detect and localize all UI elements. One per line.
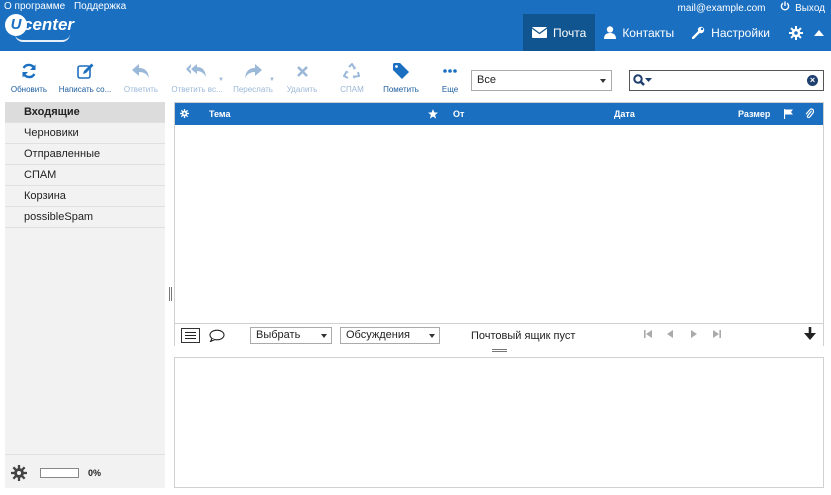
edit-icon: [76, 63, 93, 79]
reply-button[interactable]: Ответить: [122, 61, 160, 94]
column-size[interactable]: Размер: [738, 103, 770, 125]
folder-sent[interactable]: Отправленные: [5, 144, 165, 165]
more-button[interactable]: Еще: [438, 61, 462, 94]
gear-icon: [789, 25, 803, 40]
header-gear-menu[interactable]: [779, 14, 831, 51]
user-icon: [604, 26, 617, 39]
top-links: О программе Поддержка: [4, 1, 132, 12]
forward-label: Переслать: [233, 85, 273, 94]
reply-all-button[interactable]: ▼ Ответить вс...: [168, 61, 226, 94]
spam-label: СПАМ: [340, 85, 364, 94]
mailbox-status: Почтовый ящик пуст: [471, 330, 576, 342]
logo-text: center: [23, 15, 75, 34]
folder-trash[interactable]: Корзина: [5, 186, 165, 207]
search-box[interactable]: ×: [629, 70, 824, 91]
reply-icon: [132, 63, 149, 78]
main-nav: Почта Контакты Настройки: [522, 14, 831, 51]
search-icon[interactable]: [633, 74, 653, 90]
recycle-icon: [343, 62, 361, 79]
support-link[interactable]: Поддержка: [74, 1, 126, 12]
folder-sidebar: Входящие Черновики Отправленные СПАМ Кор…: [5, 102, 165, 488]
search-input[interactable]: [656, 73, 806, 88]
user-area: mail@example.com Выход: [678, 1, 825, 14]
arrow-down-icon[interactable]: [804, 327, 816, 343]
first-page-icon[interactable]: [644, 330, 652, 340]
about-link[interactable]: О программе: [4, 1, 65, 12]
filter-value: Все: [477, 74, 496, 86]
sidebar-footer: 0%: [5, 454, 165, 488]
spam-button[interactable]: СПАМ: [335, 61, 369, 94]
refresh-button[interactable]: Обновить: [8, 61, 50, 94]
folder-inbox[interactable]: Входящие: [5, 102, 165, 123]
more-label: Еще: [441, 85, 459, 94]
column-settings-icon[interactable]: [180, 103, 189, 126]
chevron-down-icon: [321, 334, 327, 338]
attachment-icon[interactable]: [805, 103, 815, 127]
forward-button[interactable]: ▼ Переслать: [230, 61, 276, 94]
list-footer: Выбрать Обсуждения Почтовый ящик пуст: [175, 323, 823, 346]
close-icon: [296, 65, 308, 77]
sidebar-resize-handle[interactable]: [169, 287, 172, 301]
mark-button[interactable]: Пометить: [379, 61, 423, 94]
nav-settings[interactable]: Настройки: [683, 14, 779, 51]
preview-resize-handle[interactable]: [492, 349, 507, 352]
next-page-icon[interactable]: [691, 330, 697, 340]
wrench-icon: [692, 26, 705, 39]
refresh-icon: [22, 63, 36, 79]
nav-mail[interactable]: Почта: [522, 14, 596, 51]
flag-icon[interactable]: [783, 103, 793, 127]
reply-all-label: Ответить вс...: [171, 85, 223, 94]
filter-select[interactable]: Все: [471, 70, 612, 91]
delete-button[interactable]: Удалить: [283, 61, 321, 94]
power-icon[interactable]: [780, 1, 790, 14]
message-preview: [174, 357, 824, 488]
compose-label: Написать со...: [58, 85, 112, 94]
delete-label: Удалить: [286, 85, 318, 94]
threads-dropdown-label: Обсуждения: [346, 329, 410, 341]
nav-contacts-label: Контакты: [622, 25, 675, 40]
reply-all-icon: [186, 63, 206, 77]
thread-view-icon[interactable]: [209, 329, 225, 345]
quota-bar: [40, 468, 79, 478]
nav-mail-label: Почта: [552, 25, 587, 40]
select-dropdown[interactable]: Выбрать: [250, 327, 332, 344]
select-dropdown-label: Выбрать: [256, 329, 301, 341]
header: О программе Поддержка mail@example.com В…: [0, 0, 831, 51]
forward-icon: [245, 63, 262, 78]
mark-label: Пометить: [383, 85, 419, 94]
reply-label: Ответить: [123, 85, 159, 94]
column-from[interactable]: От: [453, 103, 464, 125]
threads-dropdown[interactable]: Обсуждения: [340, 327, 440, 344]
envelope-icon: [531, 27, 547, 38]
quota-text: 0%: [88, 468, 102, 478]
list-header: Тема От Дата Размер: [175, 103, 823, 125]
last-page-icon[interactable]: [713, 330, 721, 340]
star-icon[interactable]: [428, 103, 438, 127]
nav-contacts[interactable]: Контакты: [595, 14, 683, 51]
logo-swoosh: [15, 34, 70, 42]
column-date[interactable]: Дата: [614, 103, 635, 125]
logout-link[interactable]: Выход: [795, 3, 825, 14]
user-email: mail@example.com: [677, 3, 766, 14]
column-subject[interactable]: Тема: [209, 103, 230, 125]
compose-button[interactable]: Написать со...: [57, 61, 113, 94]
folder-settings-icon[interactable]: [11, 465, 27, 484]
caret-up-icon: [814, 29, 824, 36]
ellipsis-icon: [443, 69, 457, 73]
folder-spam[interactable]: СПАМ: [5, 165, 165, 186]
list-view-button[interactable]: [181, 328, 200, 343]
refresh-label: Обновить: [10, 85, 48, 94]
clear-icon[interactable]: ×: [807, 75, 818, 86]
tag-icon: [393, 63, 409, 79]
chevron-down-icon: [600, 79, 606, 83]
prev-page-icon[interactable]: [667, 330, 673, 340]
folder-possible-spam[interactable]: possibleSpam: [5, 207, 165, 228]
message-list: Тема От Дата Размер Выбрать Обсуждения П…: [174, 102, 824, 346]
nav-settings-label: Настройки: [711, 25, 770, 40]
chevron-down-icon: [429, 334, 435, 338]
folder-drafts[interactable]: Черновики: [5, 123, 165, 144]
